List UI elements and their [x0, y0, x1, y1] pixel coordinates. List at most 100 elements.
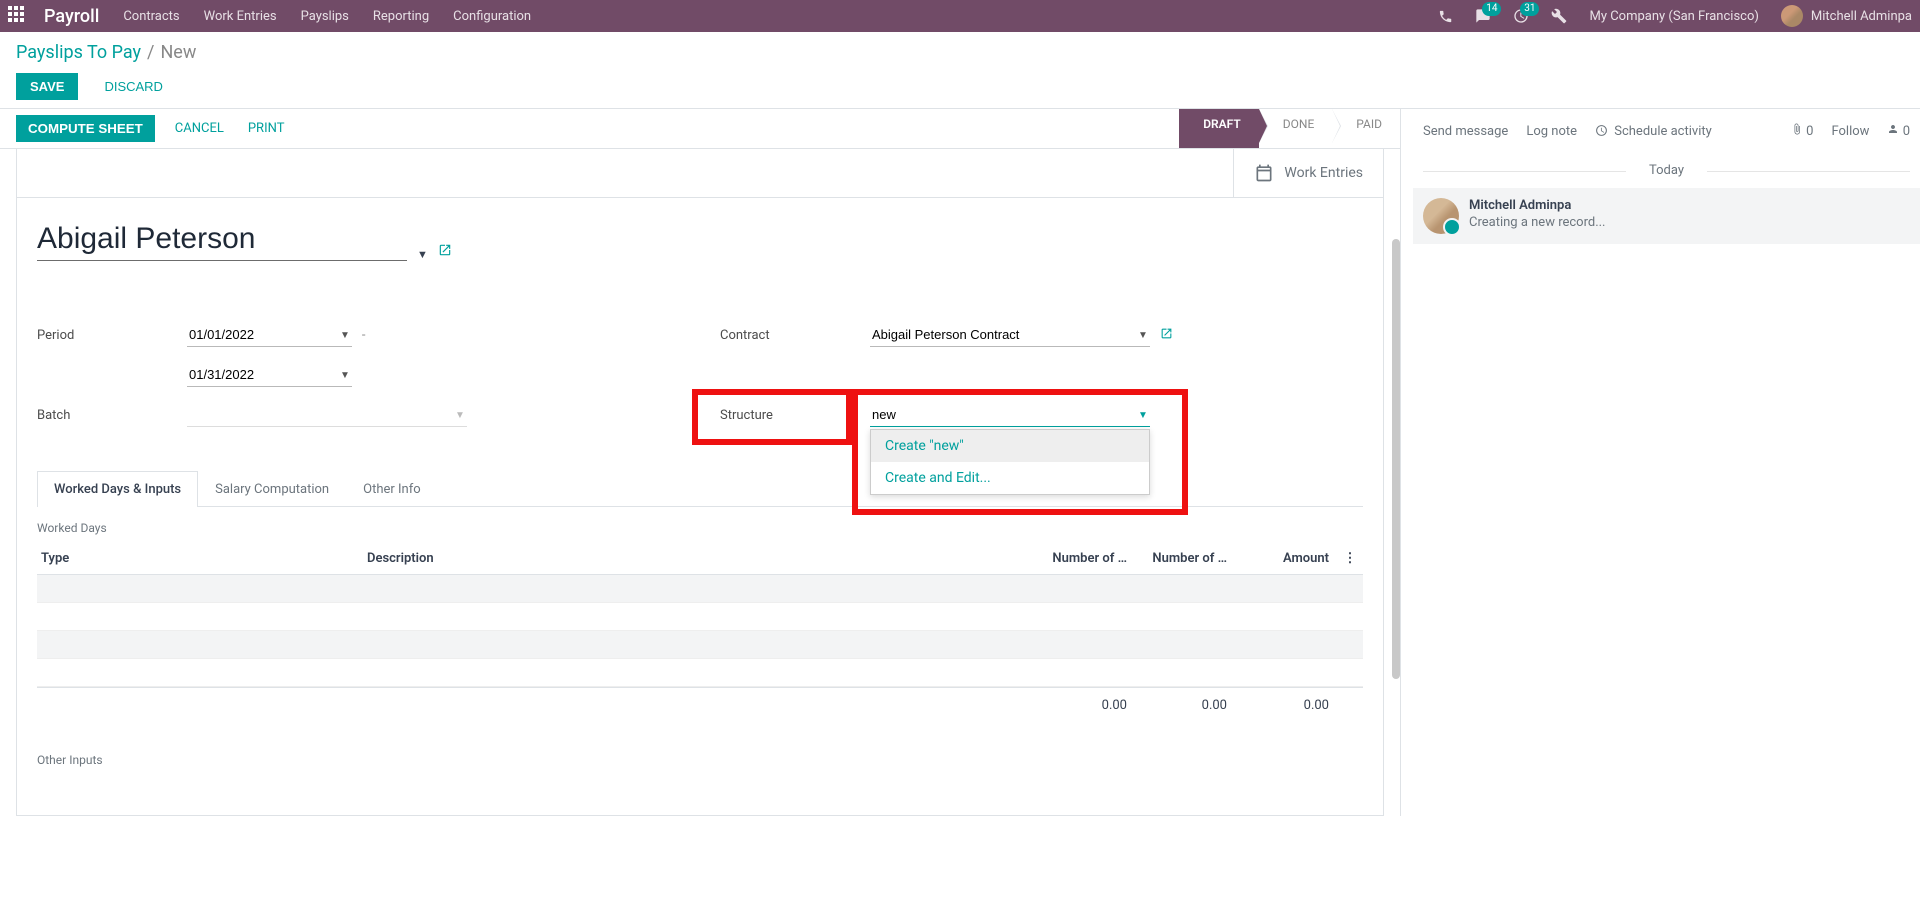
- dropdown-create-option[interactable]: Create "new": [871, 430, 1149, 462]
- breadcrumb: Payslips To Pay / New: [16, 42, 1904, 63]
- clock-icon: [1595, 124, 1608, 137]
- status-bar: COMPUTE SHEET CANCEL PRINT DRAFT DONE PA…: [0, 109, 1400, 149]
- table-row[interactable]: [37, 575, 1363, 603]
- chatter: Send message Log note Schedule activity …: [1400, 108, 1920, 816]
- compute-sheet-button[interactable]: COMPUTE SHEET: [16, 115, 155, 142]
- period-label: Period: [37, 328, 187, 343]
- tab-worked-days[interactable]: Worked Days & Inputs: [37, 471, 198, 507]
- batch-dropdown-icon[interactable]: ▼: [455, 410, 465, 421]
- period-to-field[interactable]: [187, 363, 352, 387]
- contract-dropdown-icon[interactable]: ▼: [1138, 330, 1148, 341]
- table-row[interactable]: [37, 603, 1363, 631]
- contract-field[interactable]: [870, 323, 1150, 347]
- attachments-count: 0: [1806, 124, 1813, 139]
- tab-content-worked-days: Worked Days Type Description Number of ……: [37, 507, 1363, 805]
- main-area: COMPUTE SHEET CANCEL PRINT DRAFT DONE PA…: [0, 108, 1920, 816]
- contract-label: Contract: [720, 328, 870, 343]
- structure-dropdown-icon[interactable]: ▼: [1138, 410, 1148, 421]
- col-number-hours: Number of …: [1127, 551, 1227, 566]
- batch-label: Batch: [37, 408, 187, 423]
- phone-icon[interactable]: [1438, 9, 1453, 24]
- tab-other-info[interactable]: Other Info: [346, 471, 438, 507]
- other-inputs-section-label: Other Inputs: [37, 753, 1363, 767]
- period-to-dropdown-icon[interactable]: ▼: [340, 370, 350, 381]
- print-button[interactable]: PRINT: [244, 115, 289, 142]
- paperclip-icon: [1791, 123, 1803, 135]
- log-note-button[interactable]: Log note: [1526, 124, 1577, 139]
- dropdown-create-edit-option[interactable]: Create and Edit...: [871, 462, 1149, 494]
- table-row[interactable]: [37, 631, 1363, 659]
- stage-draft[interactable]: DRAFT: [1179, 109, 1259, 148]
- save-button[interactable]: SAVE: [16, 73, 78, 100]
- chatter-date-separator: Today: [1413, 163, 1920, 178]
- total-days: 0.00: [1027, 698, 1127, 713]
- cancel-button[interactable]: CANCEL: [171, 115, 228, 142]
- worked-days-footer: 0.00 0.00 0.00: [37, 687, 1363, 723]
- user-name: Mitchell Adminpa: [1811, 9, 1912, 24]
- period-from-field[interactable]: [187, 323, 352, 347]
- col-description: Description: [367, 551, 1027, 566]
- app-brand: Payroll: [44, 6, 99, 27]
- message-text: Creating a new record...: [1469, 215, 1606, 230]
- messages-icon[interactable]: 14: [1475, 8, 1491, 24]
- followers-count: 0: [1903, 124, 1910, 139]
- period-sep: -: [362, 328, 366, 343]
- structure-field[interactable]: [870, 403, 1150, 427]
- activities-badge: 31: [1520, 2, 1539, 16]
- worked-days-section-label: Worked Days: [37, 521, 1363, 535]
- schedule-activity-button[interactable]: Schedule activity: [1595, 124, 1712, 139]
- button-box: Work Entries: [17, 149, 1383, 198]
- send-message-button[interactable]: Send message: [1423, 124, 1508, 139]
- discard-button[interactable]: DISCARD: [90, 73, 177, 100]
- calendar-icon: [1254, 163, 1274, 183]
- message-author: Mitchell Adminpa: [1469, 198, 1606, 213]
- table-row[interactable]: [37, 659, 1363, 687]
- structure-dropdown-menu: Create "new" Create and Edit...: [870, 429, 1150, 495]
- employee-dropdown-icon[interactable]: ▼: [417, 248, 428, 261]
- apps-icon[interactable]: [8, 6, 28, 26]
- form-column: COMPUTE SHEET CANCEL PRINT DRAFT DONE PA…: [0, 108, 1400, 816]
- stage-done[interactable]: DONE: [1259, 109, 1333, 148]
- col-amount: Amount: [1227, 551, 1337, 566]
- breadcrumb-parent[interactable]: Payslips To Pay: [16, 42, 141, 63]
- col-options-icon[interactable]: ⋮: [1337, 551, 1363, 566]
- total-amount: 0.00: [1227, 698, 1337, 713]
- person-icon: [1887, 123, 1899, 135]
- contract-external-link-icon[interactable]: [1160, 327, 1173, 344]
- follow-button[interactable]: Follow: [1831, 124, 1869, 139]
- employee-external-link-icon[interactable]: [438, 243, 452, 261]
- work-entries-stat-button[interactable]: Work Entries: [1233, 149, 1383, 197]
- work-entries-label: Work Entries: [1284, 165, 1363, 181]
- attachments-button[interactable]: 0: [1791, 123, 1814, 139]
- employee-field[interactable]: [37, 218, 407, 261]
- form-sheet: Work Entries ▼ Period: [16, 149, 1384, 816]
- worked-days-rows: [37, 575, 1363, 687]
- debug-icon[interactable]: [1551, 8, 1567, 24]
- followers-button[interactable]: 0: [1887, 123, 1910, 139]
- messages-badge: 14: [1482, 2, 1501, 16]
- notebook-tabs: Worked Days & Inputs Salary Computation …: [37, 471, 1363, 507]
- user-avatar: [1781, 5, 1803, 27]
- user-menu[interactable]: Mitchell Adminpa: [1781, 5, 1912, 27]
- total-hours: 0.00: [1127, 698, 1227, 713]
- nav-contracts[interactable]: Contracts: [123, 9, 179, 24]
- worked-days-header: Type Description Number of … Number of ……: [37, 543, 1363, 575]
- nav-payslips[interactable]: Payslips: [301, 9, 349, 24]
- control-panel: Payslips To Pay / New SAVE DISCARD: [0, 32, 1920, 100]
- chatter-message: Mitchell Adminpa Creating a new record..…: [1413, 188, 1920, 244]
- structure-label: Structure: [720, 408, 870, 423]
- nav-reporting[interactable]: Reporting: [373, 9, 429, 24]
- nav-work-entries[interactable]: Work Entries: [204, 9, 277, 24]
- tab-salary-computation[interactable]: Salary Computation: [198, 471, 346, 507]
- batch-field[interactable]: [187, 403, 467, 427]
- col-number-days: Number of …: [1027, 551, 1127, 566]
- activities-icon[interactable]: 31: [1513, 8, 1529, 24]
- period-from-dropdown-icon[interactable]: ▼: [340, 330, 350, 341]
- breadcrumb-sep: /: [147, 42, 154, 63]
- nav-configuration[interactable]: Configuration: [453, 9, 531, 24]
- message-avatar: [1423, 198, 1459, 234]
- stage-paid[interactable]: PAID: [1332, 109, 1400, 148]
- scrollbar[interactable]: [1392, 239, 1400, 679]
- company-switcher[interactable]: My Company (San Francisco): [1589, 9, 1758, 24]
- stage-widget: DRAFT DONE PAID: [1179, 109, 1400, 148]
